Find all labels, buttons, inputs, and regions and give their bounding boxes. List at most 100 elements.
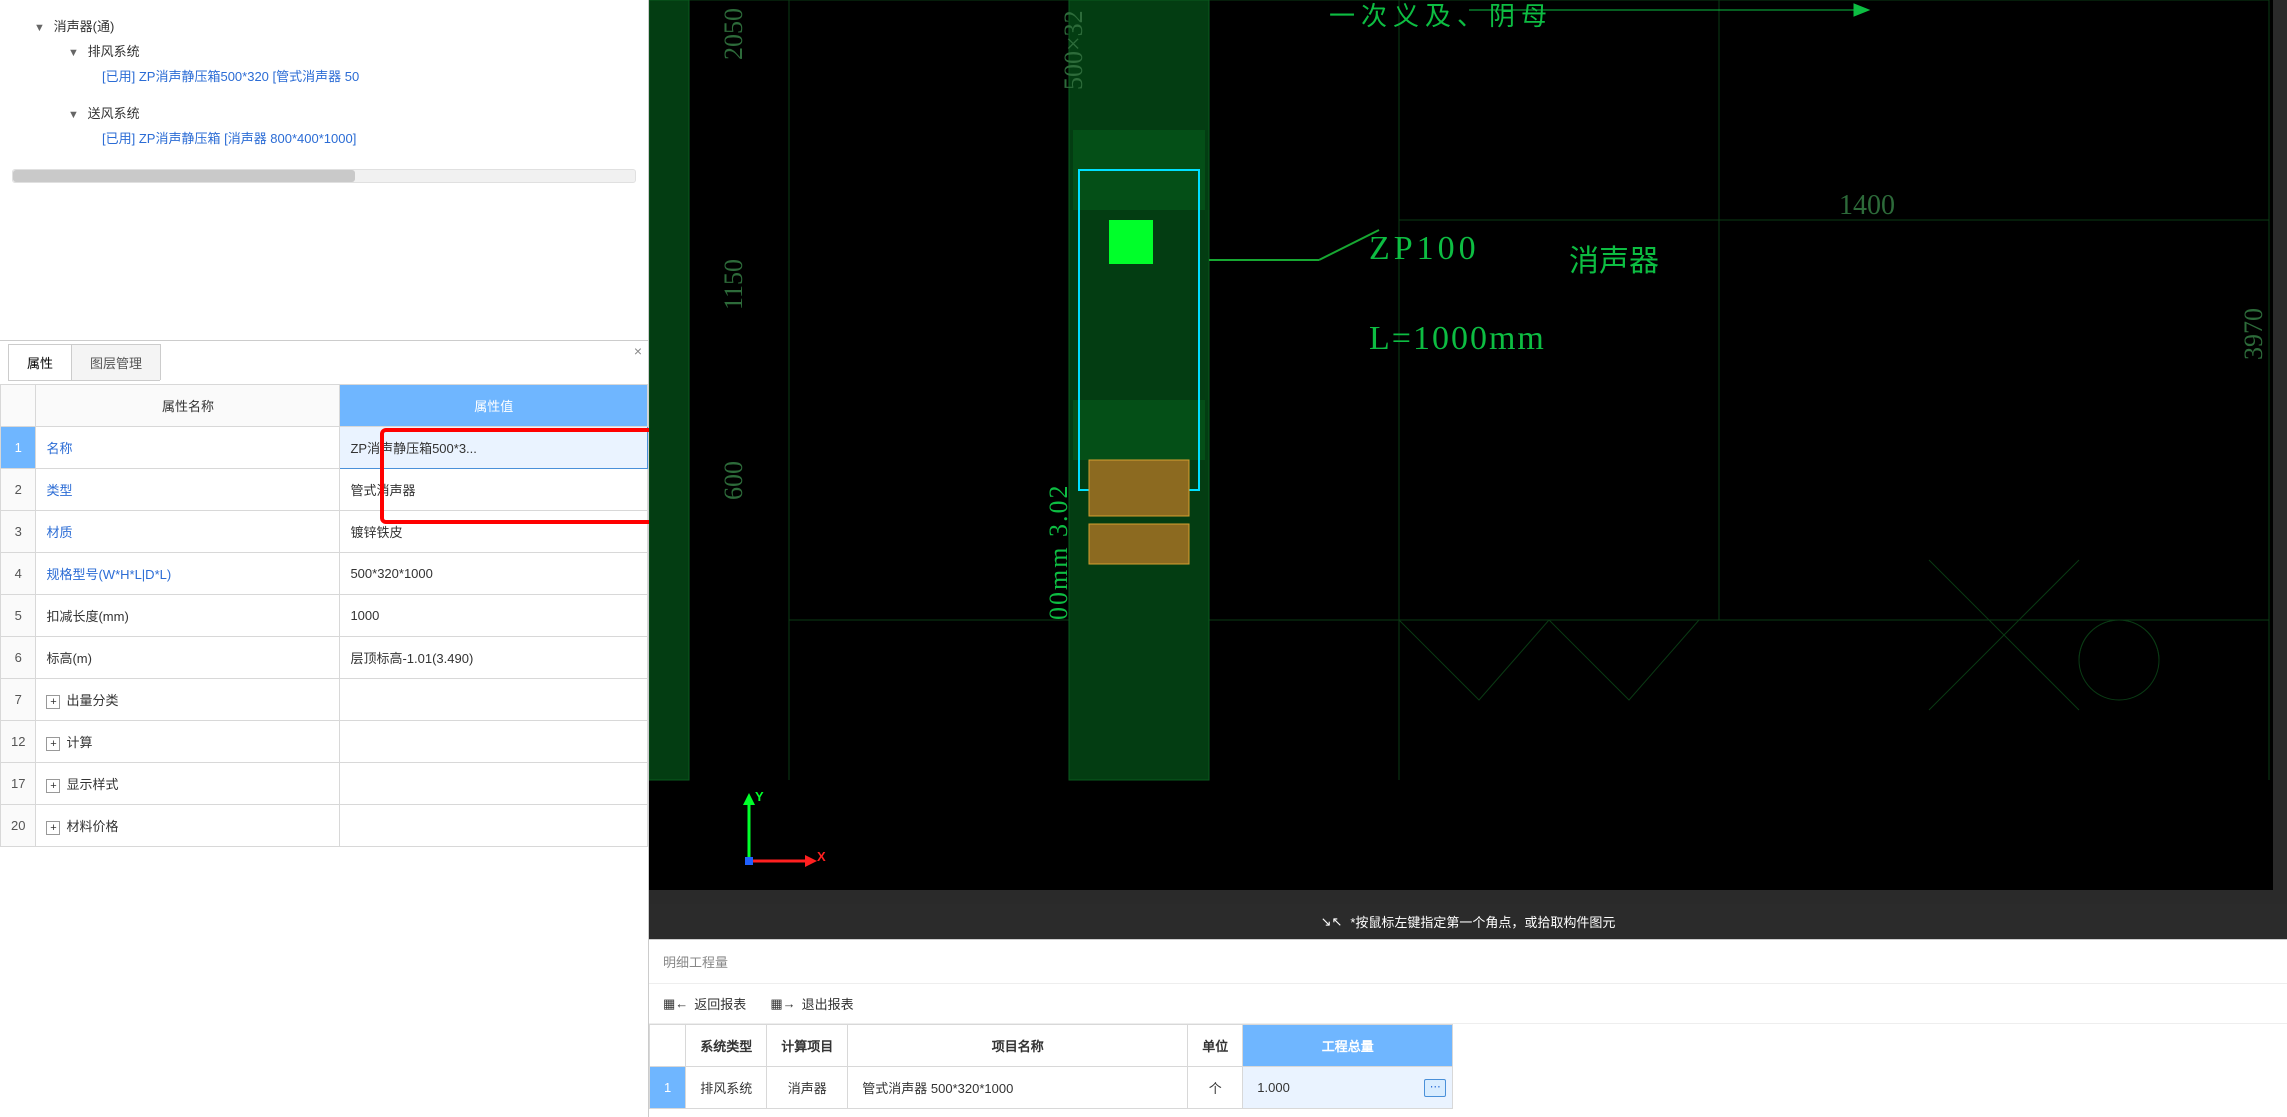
prop-row-name[interactable]: 1 名称 ZP消声静压箱500*3... bbox=[1, 427, 648, 469]
prop-value-cell[interactable] bbox=[340, 805, 648, 847]
prop-row-output[interactable]: 7 + 出量分类 bbox=[1, 679, 648, 721]
ellipsis-button[interactable]: ⋯ bbox=[1424, 1079, 1446, 1097]
cad-label-length: L=1000mm bbox=[1369, 320, 1546, 358]
prop-row-deduct[interactable]: 5 扣减长度(mm) 1000 bbox=[1, 595, 648, 637]
cad-label-zp100: ZP100 bbox=[1369, 230, 1480, 268]
row-number: 20 bbox=[1, 805, 36, 847]
row-number: 12 bbox=[1, 721, 36, 763]
row-number: 5 bbox=[1, 595, 36, 637]
cell-name[interactable]: 管式消声器 500*320*1000 bbox=[848, 1067, 1188, 1109]
expand-icon[interactable]: + bbox=[46, 737, 60, 751]
prop-value-cell[interactable]: 管式消声器 bbox=[340, 469, 648, 511]
tree-node-supply[interactable]: ▼ 送风系统 [已用] ZP消声静压箱 [消声器 800*400*1000] bbox=[64, 97, 644, 159]
prop-name-link[interactable]: 规格型号(W*H*L|D*L) bbox=[46, 567, 171, 582]
button-label: 返回报表 bbox=[694, 994, 746, 1013]
prop-name-link[interactable]: 材质 bbox=[46, 525, 72, 540]
cad-drawing bbox=[649, 0, 2287, 790]
hint-text: *按鼠标左键指定第一个角点，或拾取构件图元 bbox=[1350, 912, 1615, 931]
col-calcitem[interactable]: 计算项目 bbox=[767, 1025, 848, 1067]
component-tree[interactable]: ▼ 消声器(通) ▼ 排风系统 [已用] ZP消声静压箱500*320 [管式消… bbox=[0, 0, 648, 340]
prop-name: 计算 bbox=[66, 735, 92, 750]
dimension-text: 500×32 bbox=[1059, 10, 1089, 90]
prop-value-cell[interactable]: 层顶标高-1.01(3.490) bbox=[340, 637, 648, 679]
tree-label: 送风系统 bbox=[88, 106, 140, 121]
prop-name: 标高(m) bbox=[36, 637, 340, 679]
col-unit[interactable]: 单位 bbox=[1188, 1025, 1243, 1067]
table-row[interactable]: 1 排风系统 消声器 管式消声器 500*320*1000 个 1.000 ⋯ bbox=[650, 1067, 1453, 1109]
cell-total[interactable]: 1.000 ⋯ bbox=[1243, 1067, 1453, 1109]
tab-properties[interactable]: 属性 bbox=[8, 344, 72, 380]
row-number: 7 bbox=[1, 679, 36, 721]
tree-node-exhaust[interactable]: ▼ 排风系统 [已用] ZP消声静压箱500*320 [管式消声器 50 bbox=[64, 35, 644, 97]
prop-row-type[interactable]: 2 类型 管式消声器 bbox=[1, 469, 648, 511]
prop-value-cell[interactable]: ZP消声静压箱500*3... bbox=[340, 427, 648, 469]
axis-x-label: X bbox=[817, 849, 826, 864]
prop-row-elev[interactable]: 6 标高(m) 层顶标高-1.01(3.490) bbox=[1, 637, 648, 679]
prop-value-cell[interactable] bbox=[340, 679, 648, 721]
cell-system[interactable]: 排风系统 bbox=[686, 1067, 767, 1109]
expand-icon[interactable]: + bbox=[46, 821, 60, 835]
expand-icon[interactable]: + bbox=[46, 695, 60, 709]
prop-header-row: 属性名称 属性值 bbox=[1, 385, 648, 427]
chevron-down-icon[interactable]: ▼ bbox=[68, 47, 84, 59]
cad-canvas[interactable]: 2050 1150 600 500×32 00mm 3.02 1400 3970… bbox=[649, 0, 2287, 904]
tree-label: 消声器(通) bbox=[54, 19, 115, 34]
horizontal-scrollbar[interactable] bbox=[649, 890, 2273, 904]
button-label: 退出报表 bbox=[802, 994, 854, 1013]
prop-name: 出量分类 bbox=[66, 693, 118, 708]
return-report-button[interactable]: ▦← 返回报表 bbox=[663, 994, 746, 1013]
tab-layers[interactable]: 图层管理 bbox=[71, 344, 161, 380]
tree-item-zp800[interactable]: [已用] ZP消声静压箱 [消声器 800*400*1000] bbox=[98, 122, 640, 153]
prop-value-cell[interactable] bbox=[340, 763, 648, 805]
col-total[interactable]: 工程总量 bbox=[1243, 1025, 1453, 1067]
qty-value: 1.000 bbox=[1257, 1080, 1290, 1095]
chevron-down-icon[interactable]: ▼ bbox=[68, 109, 84, 121]
dimension-text: 2050 bbox=[719, 8, 749, 60]
crosshair-icon: ↘↖ bbox=[1321, 914, 1343, 930]
prop-name-link[interactable]: 名称 bbox=[46, 441, 72, 456]
col-name[interactable]: 项目名称 bbox=[848, 1025, 1188, 1067]
prop-name: 扣减长度(mm) bbox=[36, 595, 340, 637]
prop-value-cell[interactable] bbox=[340, 721, 648, 763]
vertical-scrollbar[interactable] bbox=[2273, 0, 2287, 904]
table-header-row: 系统类型 计算项目 项目名称 单位 工程总量 bbox=[650, 1025, 1453, 1067]
expand-icon[interactable]: + bbox=[46, 779, 60, 793]
horizontal-scrollbar[interactable] bbox=[12, 169, 636, 183]
prop-row-display[interactable]: 17 +显示样式 bbox=[1, 763, 648, 805]
prop-value-cell[interactable]: 镀锌铁皮 bbox=[340, 511, 648, 553]
dimension-text: 00mm 3.02 bbox=[1044, 484, 1074, 620]
dimension-text: 3970 bbox=[2239, 308, 2269, 360]
prop-head-name: 属性名称 bbox=[36, 385, 340, 427]
col-system[interactable]: 系统类型 bbox=[686, 1025, 767, 1067]
cell-calcitem[interactable]: 消声器 bbox=[767, 1067, 848, 1109]
tree-node-silencer[interactable]: ▼ 消声器(通) ▼ 排风系统 [已用] ZP消声静压箱500*320 [管式消… bbox=[30, 10, 648, 165]
chevron-down-icon[interactable]: ▼ bbox=[34, 22, 50, 34]
prop-row-price[interactable]: 20 + 材料价格 bbox=[1, 805, 648, 847]
prop-head-value: 属性值 bbox=[340, 385, 648, 427]
dimension-text: 1150 bbox=[719, 259, 749, 310]
scroll-thumb[interactable] bbox=[13, 170, 355, 182]
properties-table: 属性名称 属性值 1 名称 ZP消声静压箱500*3... 2 类型 管式消声器… bbox=[0, 384, 648, 847]
prop-row-spec[interactable]: 4 规格型号(W*H*L|D*L) 500*320*1000 bbox=[1, 553, 648, 595]
prop-name: 显示样式 bbox=[66, 777, 118, 792]
header-corner bbox=[650, 1025, 686, 1067]
tree-item-zp500[interactable]: [已用] ZP消声静压箱500*320 [管式消声器 50 bbox=[98, 60, 640, 91]
prop-name: 材料价格 bbox=[66, 819, 118, 834]
prop-row-calc[interactable]: 12 + 计算 bbox=[1, 721, 648, 763]
prop-row-material[interactable]: 3 材质 镀锌铁皮 bbox=[1, 511, 648, 553]
cell-unit[interactable]: 个 bbox=[1188, 1067, 1243, 1109]
used-tag: [已用] bbox=[102, 131, 135, 146]
command-hint-bar: ↘↖ *按鼠标左键指定第一个角点，或拾取构件图元 bbox=[649, 904, 2287, 939]
row-number: 3 bbox=[1, 511, 36, 553]
cad-label-silencer: 消声器 bbox=[1569, 236, 1659, 280]
prop-value-cell[interactable]: 500*320*1000 bbox=[340, 553, 648, 595]
row-number: 1 bbox=[1, 427, 36, 469]
row-number: 6 bbox=[1, 637, 36, 679]
exit-report-button[interactable]: ▦→ 退出报表 bbox=[770, 994, 853, 1013]
axis-indicator: Y X bbox=[739, 791, 819, 874]
prop-value-cell[interactable]: 1000 bbox=[340, 595, 648, 637]
prop-name-link[interactable]: 类型 bbox=[46, 483, 72, 498]
prop-corner bbox=[1, 385, 36, 427]
close-icon[interactable]: × bbox=[634, 343, 642, 359]
table-back-icon: ▦← bbox=[663, 996, 688, 1012]
